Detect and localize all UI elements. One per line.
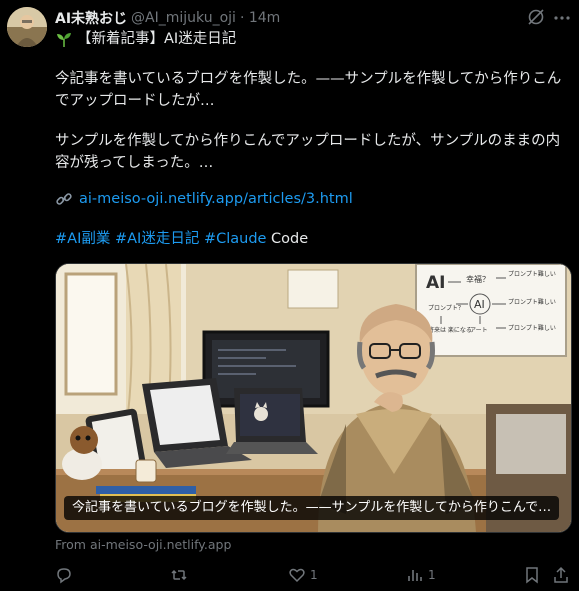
post-paragraph-1: 今記事を書いているブログを作製した。——サンプルを作製してから作りこんでアップロ… [55,71,562,109]
card-illustration: AI 幸福？ プロンプト難しい プロンプト？ AI プロンプト難しい 将来は 楽… [56,264,571,532]
hashtag-ai-meisou-nikki[interactable]: #AI迷走日記 [115,231,199,247]
post-paragraph-2: サンプルを作製してから作りこんでアップロードしたが、サンプルのままの内容が残って… [55,133,561,171]
repost-icon [171,569,187,581]
post-title: 【新着記事】AI迷走日記 [77,31,237,47]
post[interactable]: AI未熟おじ @AI_mijuku_oji · 14m 【新着記事】AI迷走日記… [0,0,579,591]
tags-suffix: Code [266,231,309,247]
grok-icon[interactable] [526,7,546,27]
more-icon[interactable] [552,8,572,28]
whiteboard-ai: AI [426,273,445,293]
whiteboard-q1: 幸福？ [466,275,490,284]
author-handle[interactable]: @AI_mijuku_oji [131,10,236,26]
whiteboard-t5: プロンプト難しい [508,324,556,332]
post-header: AI未熟おじ @AI_mijuku_oji · 14m [55,8,280,28]
hashtag-claude[interactable]: #Claude [204,231,267,247]
like-count: 1 [310,568,318,582]
whiteboard-t6: AI [474,298,485,311]
card-source[interactable]: From ai-meiso-oji.netlify.app [55,537,231,552]
avatar[interactable] [7,7,47,47]
post-title-line: 【新着記事】AI迷走日記 [55,28,570,50]
share-icon [554,566,568,583]
like-button[interactable]: 1 [288,565,318,585]
repost-button[interactable] [170,565,192,585]
whiteboard-t2: プロンプト？ [428,305,464,312]
whiteboard-t4: アート [470,327,488,334]
sprout-icon [57,33,71,47]
article-link-text[interactable]: ai-meiso-oji.netlify.app/articles/3.html [79,188,353,210]
article-link[interactable]: ai-meiso-oji.netlify.app/articles/3.html [55,188,570,210]
author-name[interactable]: AI未熟おじ [55,8,127,28]
bookmark-button[interactable] [523,565,545,585]
link-card[interactable]: AI 幸福？ プロンプト難しい プロンプト？ AI プロンプト難しい 将来は 楽… [55,263,572,533]
bookmark-icon [526,567,538,584]
action-bar: 1 1 [55,565,570,585]
link-icon [56,193,72,205]
share-button[interactable] [552,565,574,585]
hashtag-ai-fukugyou[interactable]: #AI副業 [55,231,110,247]
like-icon [289,568,305,583]
whiteboard-t3: プロンプト難しい [508,298,556,306]
post-time[interactable]: · 14m [240,10,280,26]
views-count: 1 [428,568,436,582]
card-caption: 今記事を書いているブログを作製した。——サンプルを作製してから作りこんで… [64,496,560,520]
hashtags: #AI副業 #AI迷走日記 #Claude Code [55,228,570,250]
whiteboard-t7: 将来は 楽になる [428,326,472,334]
whiteboard-t1: プロンプト難しい [508,270,556,278]
views-button[interactable]: 1 [406,565,436,585]
reply-button[interactable] [55,565,77,585]
reply-icon [57,568,71,584]
views-icon [408,570,422,581]
